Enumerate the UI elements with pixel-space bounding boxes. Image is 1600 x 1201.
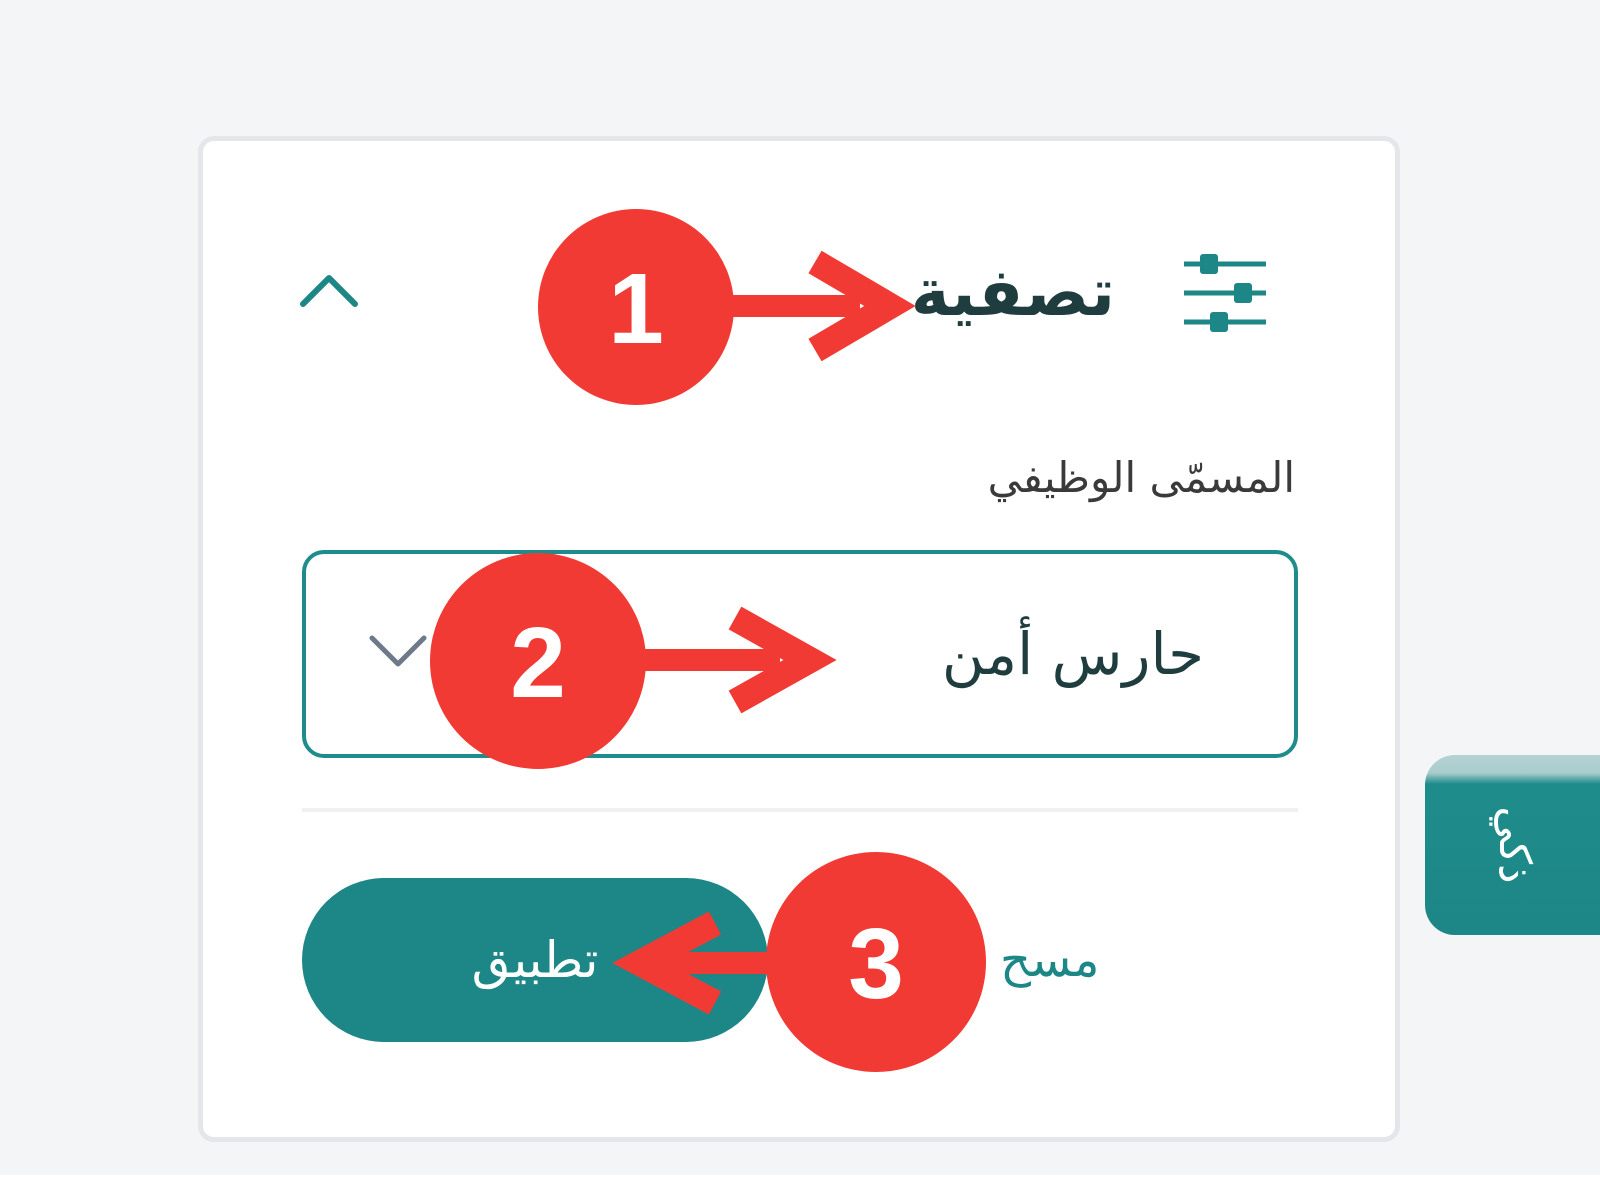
side-tab[interactable]: ذكي — [1425, 755, 1600, 935]
job-title-selected-value: حارس أمن — [941, 620, 1204, 688]
chevron-down-icon — [369, 635, 427, 667]
clear-button[interactable]: مسح — [1000, 925, 1100, 995]
chevron-up-icon[interactable] — [298, 270, 360, 310]
sliders-icon — [1184, 254, 1266, 332]
job-title-select[interactable]: حارس أمن — [302, 550, 1298, 758]
filter-title: تصفية — [910, 254, 1115, 331]
divider — [302, 808, 1298, 812]
page-bottom-strip — [0, 1175, 1600, 1201]
job-title-label: المسمّى الوظيفي — [987, 453, 1295, 502]
apply-button[interactable]: تطبيق — [302, 878, 768, 1042]
side-tab-label: ذكي — [1489, 806, 1540, 884]
